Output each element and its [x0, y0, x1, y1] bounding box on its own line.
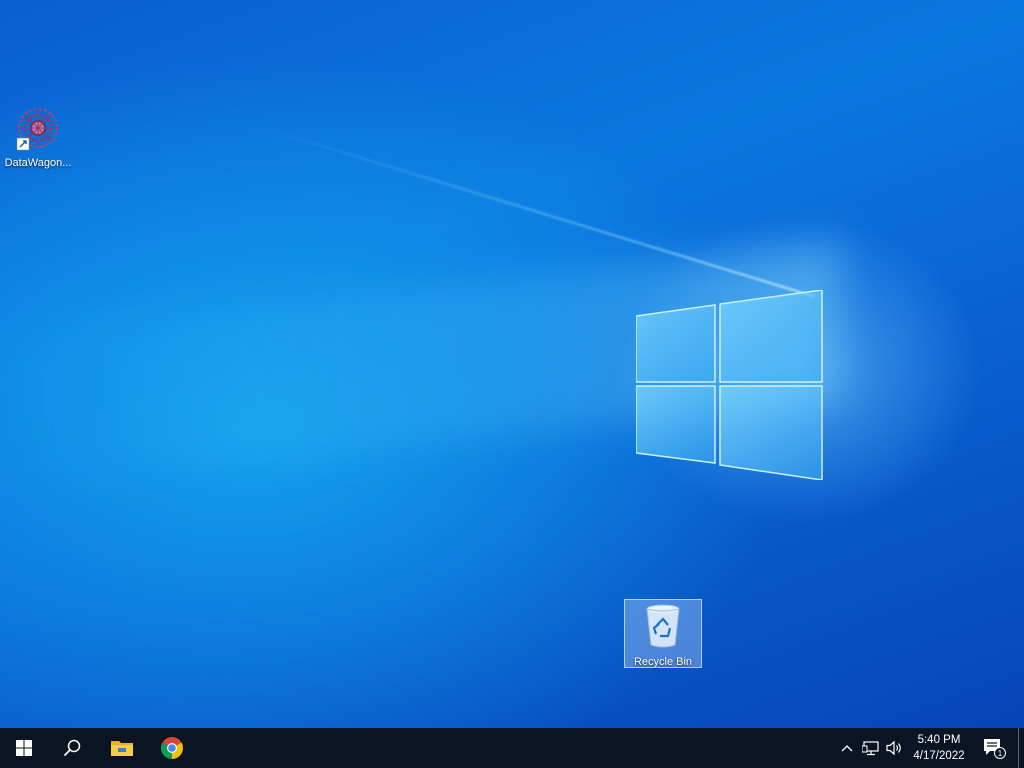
clock-button[interactable]: 5:40 PM 4/17/2022 — [906, 728, 972, 768]
search-button[interactable] — [48, 728, 96, 768]
show-desktop-button[interactable] — [1018, 728, 1019, 768]
action-center-button[interactable]: 1 — [974, 728, 1014, 768]
taskbar: 5:40 PM 4/17/2022 1 — [0, 728, 1024, 768]
volume-button[interactable] — [884, 728, 906, 768]
clock-time: 5:40 PM — [917, 734, 961, 746]
taskbar-chrome[interactable] — [148, 728, 196, 768]
action-center-icon: 1 — [984, 739, 1006, 759]
desktop[interactable]: DataWagon... Recycle Bin — [0, 0, 1024, 728]
notification-count-badge: 1 — [998, 749, 1003, 758]
chevron-up-icon — [841, 745, 853, 752]
search-icon — [63, 739, 81, 757]
desktop-icon-label: DataWagon... — [4, 157, 72, 169]
volume-icon — [886, 740, 901, 756]
desktop-icon-recycle-bin[interactable]: Recycle Bin — [624, 599, 702, 668]
show-hidden-icons-button[interactable] — [836, 728, 858, 768]
windows-start-icon — [16, 740, 32, 756]
desktop-icon-label: Recycle Bin — [633, 656, 693, 668]
taskbar-file-explorer[interactable] — [98, 728, 146, 768]
light-beam — [259, 126, 815, 298]
chrome-icon — [161, 737, 183, 759]
windows-logo-wallpaper — [636, 290, 823, 480]
file-explorer-icon — [111, 741, 133, 756]
clock-date: 4/17/2022 — [913, 750, 965, 762]
datawagon-app-icon — [16, 108, 58, 151]
network-icon — [862, 741, 879, 756]
start-button[interactable] — [0, 728, 48, 768]
recycle-bin-icon — [646, 604, 680, 648]
network-button[interactable] — [859, 728, 883, 768]
desktop-icon-datawagon[interactable]: DataWagon... — [0, 104, 76, 170]
